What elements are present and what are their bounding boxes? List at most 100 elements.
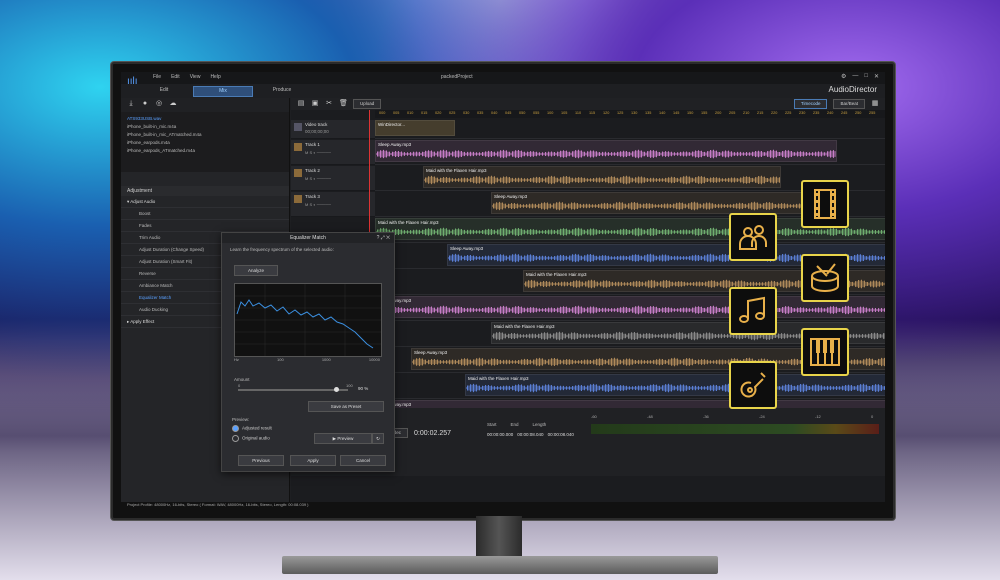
cd-icon[interactable]: ◎	[155, 100, 163, 108]
list-item[interactable]: ATS933USB.wav	[127, 115, 283, 123]
radio-original[interactable]: Original audio	[232, 435, 270, 442]
delete-icon[interactable]: 🗑	[339, 100, 348, 108]
timecode-button[interactable]: Timecode	[793, 99, 828, 109]
preview-button[interactable]: ▶ Preview	[314, 433, 372, 444]
upload-button[interactable]: Upload	[353, 99, 382, 109]
end-value[interactable]: 00:00:08.040	[517, 432, 543, 437]
time-ruler[interactable]: 000 005 010 015 020 025 030 035 040 045 050 055 100 1…	[375, 110, 885, 118]
meter-tick: -60	[591, 414, 597, 419]
library-toolbar: ⤓ ● ◎ ☁	[121, 98, 289, 112]
clip-label: Maid with the Flaxen Hair.mp3	[378, 220, 439, 225]
audio-clip[interactable]: Maid with the Flaxen Hair.mp3	[423, 166, 781, 188]
monitor-stand-neck	[476, 516, 522, 558]
track-controls[interactable]: M S ◐ ─────	[305, 150, 331, 155]
list-item[interactable]: iPhone_earpods_ATmatched.m4a	[127, 147, 283, 155]
audio-clip[interactable]: Maid with the Flaxen Hair.mp3	[465, 374, 885, 396]
piano-keys-icon	[801, 328, 849, 376]
clip-label: Maid with the Flaxen Hair.mp3	[494, 324, 555, 329]
track-controls[interactable]: M S ◐ ─────	[305, 202, 331, 207]
video-lane[interactable]: WinDirector...	[375, 120, 885, 139]
timeline-toolbar: ▤ ▣ ✂ 🗑 Upload Timecode Bar/Beat ▦	[291, 98, 885, 110]
graph-x-axis: Hz 100 1000 10000	[234, 357, 380, 362]
menu-view[interactable]: View	[190, 74, 201, 80]
apply-button[interactable]: Apply	[290, 455, 336, 466]
ruler-tick: 055	[533, 111, 540, 115]
track-header[interactable]: Track 1 M S ◐ ─────	[291, 140, 375, 165]
minimize-icon[interactable]: —	[852, 73, 858, 80]
radio-adjusted[interactable]: Adjusted result	[232, 425, 272, 432]
adjust-item-boost[interactable]: Boost	[121, 208, 289, 220]
piano-glyph	[810, 338, 840, 366]
video-clip[interactable]: WinDirector...	[375, 120, 455, 136]
length-value[interactable]: 00:00:08.040	[548, 432, 574, 437]
track-controls[interactable]: M S ◐ ─────	[305, 176, 331, 181]
clip-label: Sleep Away.mp3	[378, 142, 412, 147]
settings-icon[interactable]: ⚙	[841, 73, 846, 80]
start-value[interactable]: 00:00:00.000	[487, 432, 513, 437]
track-header[interactable]: Track 2 M S ◐ ─────	[291, 166, 375, 191]
cancel-button[interactable]: Cancel	[340, 455, 386, 466]
audio-clip[interactable]: Sleep Away.mp3	[491, 192, 813, 214]
current-time: 0:00:02.257	[414, 429, 451, 437]
guitar-glyph	[740, 372, 766, 398]
tab-mix[interactable]: Mix	[193, 86, 253, 97]
title-bar: ıılı File Edit View Help packedProject ⚙…	[121, 72, 885, 87]
video-clip-label: WinDirector...	[378, 122, 406, 127]
amount-label: Amount	[234, 377, 250, 382]
ruler-tick: 250	[855, 111, 862, 115]
note-glyph	[739, 296, 765, 323]
slider-knob[interactable]	[334, 387, 339, 392]
preview-label-text: Preview	[337, 436, 354, 441]
import-icon[interactable]: ⤓	[127, 100, 135, 108]
insert-icon[interactable]: ▣	[311, 100, 319, 108]
list-item[interactable]: iPhone_built-in_mic_ATmatched.m4a	[127, 131, 283, 139]
ruler-tick: 025	[449, 111, 456, 115]
ruler-tick: 105	[561, 111, 568, 115]
meter-tick: 0	[871, 414, 874, 419]
radio-original-label: Original audio	[242, 435, 270, 441]
audio-clip[interactable]: Sleep Away.mp3	[375, 140, 837, 162]
project-title: packedProject	[441, 74, 473, 80]
tab-edit[interactable]: Edit	[135, 86, 193, 95]
barbeat-button[interactable]: Bar/Beat	[833, 99, 865, 109]
track-header[interactable]: Track 3 M S ◐ ─────	[291, 192, 375, 217]
analyze-button[interactable]: Analyze	[234, 265, 278, 276]
maximize-icon[interactable]: □	[864, 73, 868, 80]
ruler-tick: 240	[827, 111, 834, 115]
track-color	[294, 195, 302, 203]
menu-file[interactable]: File	[153, 74, 161, 80]
adjust-item-fades[interactable]: Fades	[121, 220, 289, 232]
grid-icon[interactable]: ▦	[871, 100, 879, 108]
ruler-tick: 005	[393, 111, 400, 115]
adjust-audio-group[interactable]: ▾ Adjust Audio	[121, 196, 289, 208]
preview-label: Preview:	[232, 417, 250, 422]
waveform	[376, 149, 836, 159]
list-item[interactable]: iPhone_earpods.m4a	[127, 139, 283, 147]
ruler-tick: 020	[435, 111, 442, 115]
ruler-tick: 155	[701, 111, 708, 115]
previous-button[interactable]: Previous	[238, 455, 284, 466]
media-library: ATS933USB.wav iPhone_built-in_mic.m4a iP…	[121, 112, 289, 172]
menu-help[interactable]: Help	[210, 74, 220, 80]
tab-produce[interactable]: Produce	[253, 86, 311, 95]
radio-dot	[232, 425, 239, 432]
cut-icon[interactable]: ✂	[325, 100, 333, 108]
amount-slider[interactable]	[238, 387, 348, 392]
cloud-icon[interactable]: ☁	[169, 100, 177, 108]
dialog-title-bar[interactable]: Equalizer Match ? ⤢ ✕	[222, 233, 394, 243]
start-label: Start	[487, 422, 497, 427]
list-item[interactable]: iPhone_built-in_mic.m4a	[127, 123, 283, 131]
ruler-tick: 000	[379, 111, 386, 115]
video-track-header[interactable]: Video track 00;00;00;00	[291, 120, 375, 139]
track-lane[interactable]: Maid with the Flaxen Hair.mp3	[375, 374, 885, 399]
save-preset-button[interactable]: Save as Preset	[308, 401, 384, 412]
add-track-icon[interactable]: ▤	[297, 100, 305, 108]
level-meter	[591, 424, 879, 434]
record-icon[interactable]: ●	[141, 100, 149, 108]
dialog-close-icon[interactable]: ? ⤢ ✕	[377, 233, 390, 243]
track-lane[interactable]: Sleep Away.mp3	[375, 140, 885, 165]
menu-edit[interactable]: Edit	[171, 74, 180, 80]
ruler-tick: 035	[477, 111, 484, 115]
close-icon[interactable]: ✕	[874, 73, 879, 80]
loop-preview-icon[interactable]: ↻	[372, 433, 384, 444]
